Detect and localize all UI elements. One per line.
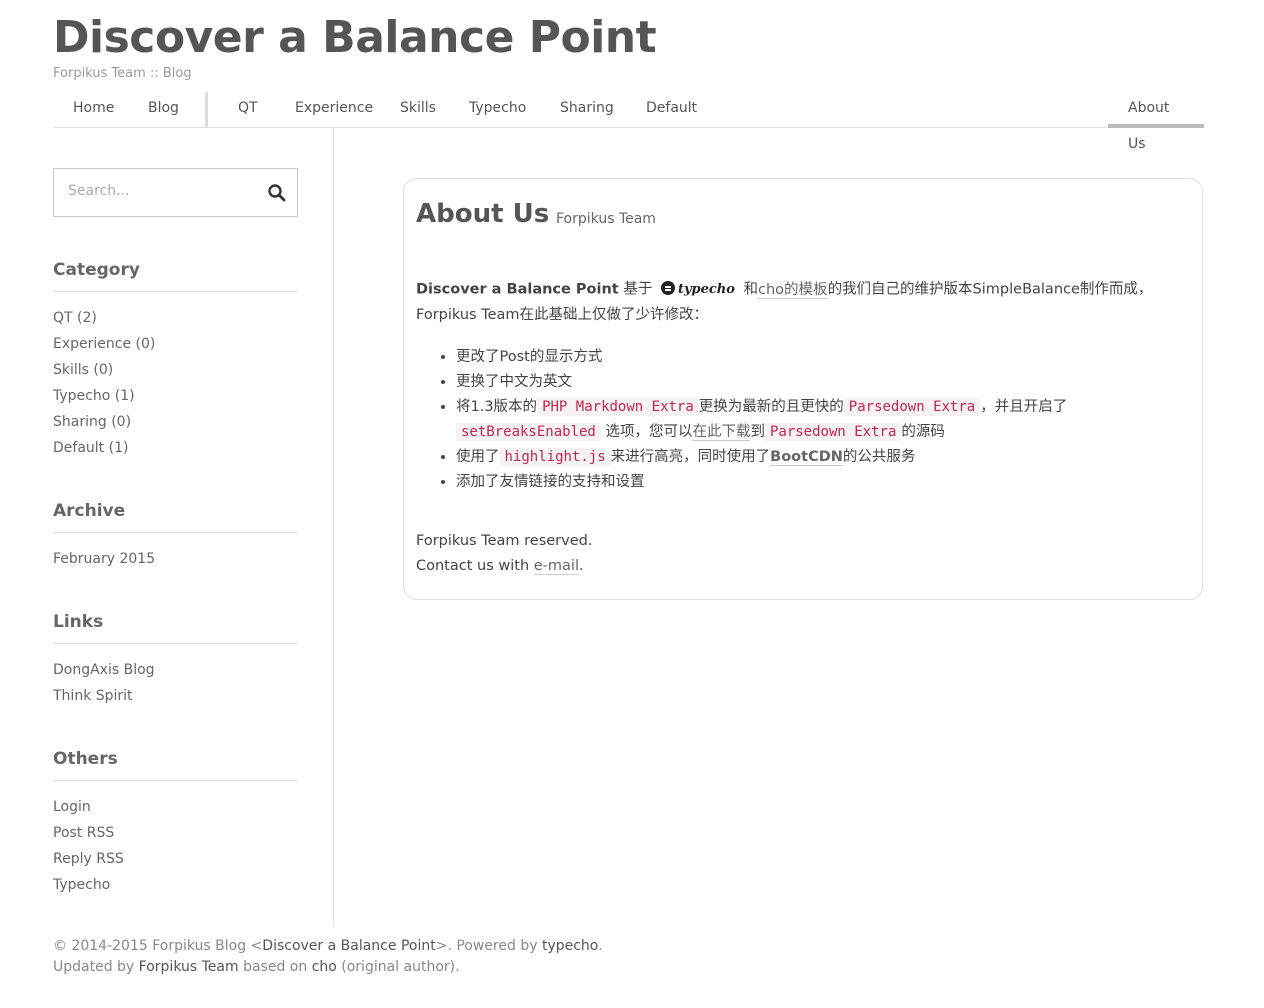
change-item: 添加了友情链接的支持和设置 bbox=[456, 470, 1196, 495]
search-input[interactable] bbox=[68, 183, 248, 199]
site-description: Forpikus Team :: Blog bbox=[53, 66, 192, 81]
footer-site-link[interactable]: Discover a Balance Point bbox=[262, 938, 435, 954]
change-text: 来进行高亮，同时使用了 bbox=[610, 449, 771, 465]
typecho-logo-icon bbox=[660, 281, 675, 295]
code-parsedown-extra: Parsedown Extra bbox=[843, 398, 981, 416]
post-card: About Us Forpikus Team Discover a Balanc… bbox=[403, 178, 1203, 600]
code-highlight-js: highlight.js bbox=[499, 448, 611, 466]
intro-brand: Discover a Balance Point bbox=[416, 281, 619, 298]
nav-experience[interactable]: Experience bbox=[295, 90, 373, 126]
cho-template-link[interactable]: cho的模板 bbox=[758, 281, 828, 299]
others-item-login[interactable]: Login bbox=[53, 794, 124, 820]
search-box bbox=[53, 168, 298, 217]
category-heading: Category bbox=[53, 260, 298, 292]
nav-qt[interactable]: QT bbox=[238, 90, 258, 126]
archive-list: February 2015 bbox=[53, 546, 155, 572]
footer-cho-link[interactable]: cho bbox=[312, 959, 337, 975]
post-intro: Discover a Balance Point 基于 typecho 和cho… bbox=[416, 277, 1186, 328]
reserved-text: Forpikus Team reserved. bbox=[416, 533, 593, 549]
footer-typecho-link[interactable]: typecho bbox=[542, 938, 598, 954]
nav-divider bbox=[205, 92, 208, 127]
archive-item[interactable]: February 2015 bbox=[53, 546, 155, 572]
change-item: 更换了中文为英文 bbox=[456, 370, 1196, 395]
change-item: 更改了Post的显示方式 bbox=[456, 345, 1196, 370]
post-title: About Us bbox=[416, 199, 550, 229]
nav-skills[interactable]: Skills bbox=[400, 90, 436, 126]
email-link[interactable]: e-mail bbox=[533, 558, 579, 575]
code-parsedown-extra-2: Parsedown Extra bbox=[764, 423, 902, 441]
changes-list: 更改了Post的显示方式 更换了中文为英文 将1.3版本的PHP Markdow… bbox=[440, 345, 1196, 495]
change-text: ，并且开启了 bbox=[980, 399, 1068, 415]
sidebar-divider bbox=[333, 128, 334, 926]
footer-text: . bbox=[598, 938, 603, 954]
footer-text: Updated by bbox=[53, 959, 139, 975]
nav-home[interactable]: Home bbox=[73, 90, 114, 126]
category-item-typecho[interactable]: Typecho (1) bbox=[53, 383, 155, 409]
change-item: 将1.3版本的PHP Markdown Extra更换为最新的且更快的Parse… bbox=[456, 395, 1196, 445]
others-item-reply-rss[interactable]: Reply RSS bbox=[53, 846, 124, 872]
category-item-skills[interactable]: Skills (0) bbox=[53, 357, 155, 383]
others-heading: Others bbox=[53, 749, 298, 781]
category-item-default[interactable]: Default (1) bbox=[53, 435, 155, 461]
change-text: 的公共服务 bbox=[842, 449, 916, 465]
contact-suffix: . bbox=[578, 558, 584, 574]
change-text: 将1.3版本的 bbox=[456, 399, 538, 415]
nav-about-us[interactable]: About Us bbox=[1108, 90, 1204, 152]
post-author: Forpikus Team bbox=[556, 211, 656, 227]
change-text: 到 bbox=[750, 424, 765, 440]
code-php-markdown-extra: PHP Markdown Extra bbox=[537, 398, 699, 416]
footer-text: © 2014-2015 Forpikus Blog < bbox=[53, 938, 263, 954]
contact-line: Contact us with e-mail. bbox=[416, 554, 592, 579]
category-item-sharing[interactable]: Sharing (0) bbox=[53, 409, 155, 435]
bootcdn-link[interactable]: BootCDN bbox=[770, 449, 843, 466]
contact-prefix: Contact us with bbox=[416, 558, 534, 574]
change-text: 使用了 bbox=[456, 449, 500, 465]
post-footer-note: Forpikus Team reserved. Contact us with … bbox=[416, 529, 592, 579]
footer-text: based on bbox=[238, 959, 312, 975]
category-item-experience[interactable]: Experience (0) bbox=[53, 331, 155, 357]
links-list: DongAxis Blog Think Spirit bbox=[53, 657, 155, 709]
footer-team-link[interactable]: Forpikus Team bbox=[139, 959, 239, 975]
change-text: 的源码 bbox=[901, 424, 945, 440]
links-heading: Links bbox=[53, 612, 298, 644]
intro-based-on: 基于 bbox=[623, 281, 653, 298]
link-item-dongaxis[interactable]: DongAxis Blog bbox=[53, 657, 155, 683]
typecho-logo-text: typecho bbox=[677, 282, 735, 297]
archive-heading: Archive bbox=[53, 501, 298, 533]
footer-line-1: © 2014-2015 Forpikus Blog <Discover a Ba… bbox=[53, 936, 603, 957]
nav-sharing[interactable]: Sharing bbox=[560, 90, 614, 126]
others-list: Login Post RSS Reply RSS Typecho bbox=[53, 794, 124, 898]
change-item: 使用了highlight.js来进行高亮，同时使用了BootCDN的公共服务 bbox=[456, 445, 1196, 470]
download-link[interactable]: 在此下载 bbox=[692, 424, 751, 441]
nav-default[interactable]: Default bbox=[646, 90, 697, 126]
typecho-logo[interactable]: typecho bbox=[660, 277, 735, 302]
site-title[interactable]: Discover a Balance Point bbox=[53, 10, 657, 66]
change-text: 选项，您可以 bbox=[605, 424, 693, 440]
intro-and: 和 bbox=[743, 281, 759, 298]
footer-text: >. Powered by bbox=[435, 938, 542, 954]
main-nav: Home Blog QT Experience Skills Typecho S… bbox=[53, 90, 1204, 152]
nav-typecho[interactable]: Typecho bbox=[469, 90, 526, 126]
category-item-qt[interactable]: QT (2) bbox=[53, 305, 155, 331]
link-item-think-spirit[interactable]: Think Spirit bbox=[53, 683, 155, 709]
change-text: 更换为最新的且更快的 bbox=[698, 399, 844, 415]
category-list: QT (2) Experience (0) Skills (0) Typecho… bbox=[53, 305, 155, 461]
nav-blog[interactable]: Blog bbox=[148, 90, 179, 126]
others-item-post-rss[interactable]: Post RSS bbox=[53, 820, 124, 846]
search-icon[interactable] bbox=[267, 183, 287, 203]
code-setbreaksenabled: setBreaksEnabled bbox=[456, 423, 601, 441]
others-item-typecho[interactable]: Typecho bbox=[53, 872, 124, 898]
footer-line-2: Updated by Forpikus Team based on cho (o… bbox=[53, 957, 603, 978]
site-footer: © 2014-2015 Forpikus Blog <Discover a Ba… bbox=[53, 936, 603, 978]
footer-text: (original author). bbox=[336, 959, 460, 975]
